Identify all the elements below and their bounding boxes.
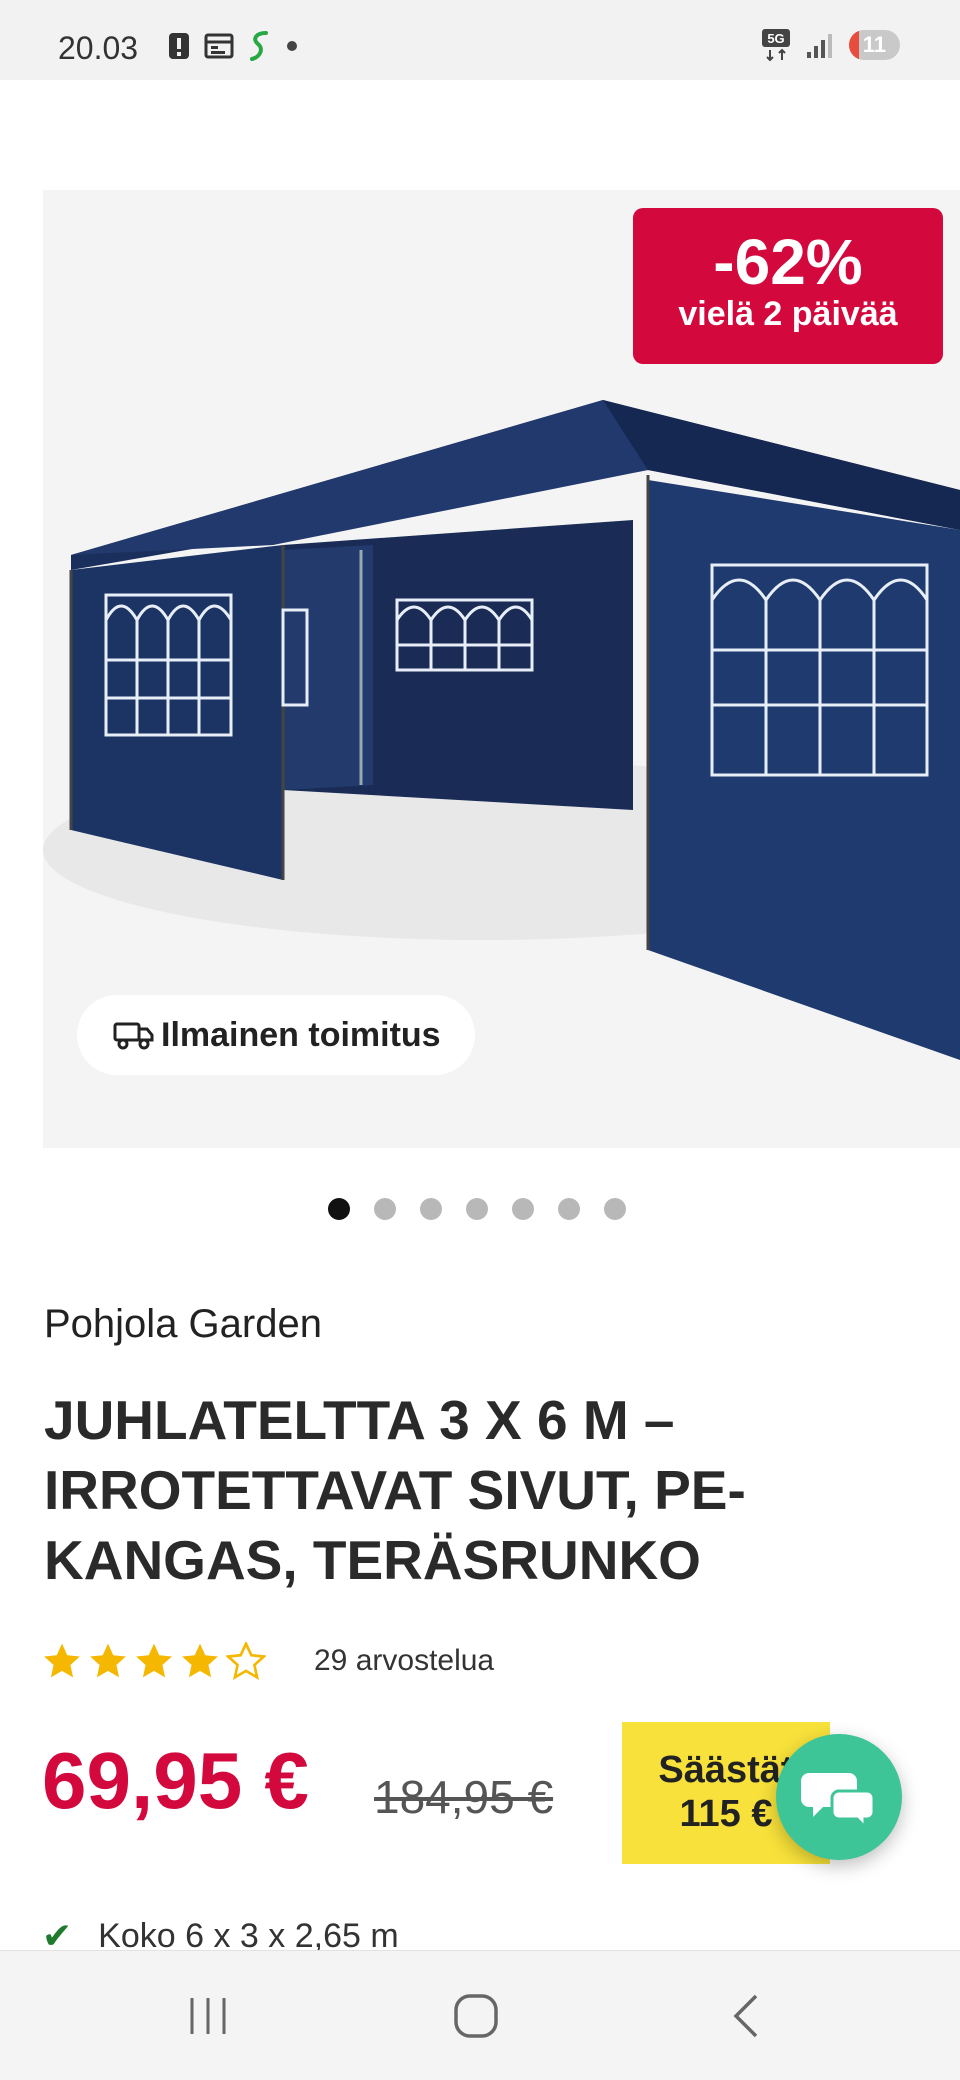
current-price: 69,95 € xyxy=(42,1736,309,1825)
carousel-dot-5[interactable] xyxy=(512,1198,534,1220)
recent-apps-icon xyxy=(190,1998,226,2034)
status-time: 20.03 xyxy=(58,30,139,66)
rating[interactable]: 29 arvostelua xyxy=(42,1642,494,1680)
star-full-icon xyxy=(136,1643,172,1678)
brand-name[interactable]: Pohjola Garden xyxy=(44,1302,322,1347)
free-shipping-pill: Ilmainen toimitus xyxy=(77,995,475,1075)
battery-icon: 11 xyxy=(848,30,900,60)
discount-badge: -62% vielä 2 päivää xyxy=(633,208,943,364)
star-full-icon xyxy=(182,1643,218,1678)
carousel-dot-6[interactable] xyxy=(558,1198,580,1220)
battery-level: 11 xyxy=(862,32,886,57)
svg-text:5G: 5G xyxy=(767,31,784,46)
product-title: JUHLATELTTA 3 X 6 M – IRROTETTAVAT SIVUT… xyxy=(44,1389,746,1591)
chat-bubbles-icon xyxy=(801,1773,876,1829)
status-bar: 20.03 5G 11 xyxy=(0,0,960,80)
home-icon xyxy=(454,1994,498,2038)
alert-icon xyxy=(169,33,189,59)
carousel-dot-4[interactable] xyxy=(466,1198,488,1220)
carousel-dot-7[interactable] xyxy=(604,1198,626,1220)
truck-icon xyxy=(113,1022,154,1050)
star-empty-icon xyxy=(226,1642,266,1680)
calendar-icon xyxy=(204,33,234,59)
recent-apps-button[interactable] xyxy=(178,1991,238,2041)
image-carousel-dots[interactable] xyxy=(328,1198,626,1220)
discount-percent: -62% xyxy=(713,226,863,298)
original-price: 184,95 € xyxy=(374,1771,554,1823)
5g-icon: 5G xyxy=(761,29,790,62)
chat-button[interactable] xyxy=(776,1734,902,1860)
dot-icon xyxy=(287,41,297,51)
star-full-icon xyxy=(90,1643,126,1678)
star-full-icon xyxy=(44,1643,80,1678)
back-button[interactable] xyxy=(716,1991,776,2041)
carousel-dot-3[interactable] xyxy=(420,1198,442,1220)
carousel-dot-2[interactable] xyxy=(374,1198,396,1220)
s-app-icon xyxy=(250,31,268,61)
rating-stars xyxy=(42,1642,266,1680)
navigation-bar xyxy=(0,1950,960,2080)
home-button[interactable] xyxy=(446,1991,506,2041)
discount-note: vielä 2 päivää xyxy=(678,295,898,333)
free-shipping-label: Ilmainen toimitus xyxy=(161,1015,441,1054)
back-icon xyxy=(733,1994,758,2038)
signal-icon xyxy=(806,34,832,58)
review-count[interactable]: 29 arvostelua xyxy=(314,1644,494,1678)
carousel-dot-1[interactable] xyxy=(328,1198,350,1220)
